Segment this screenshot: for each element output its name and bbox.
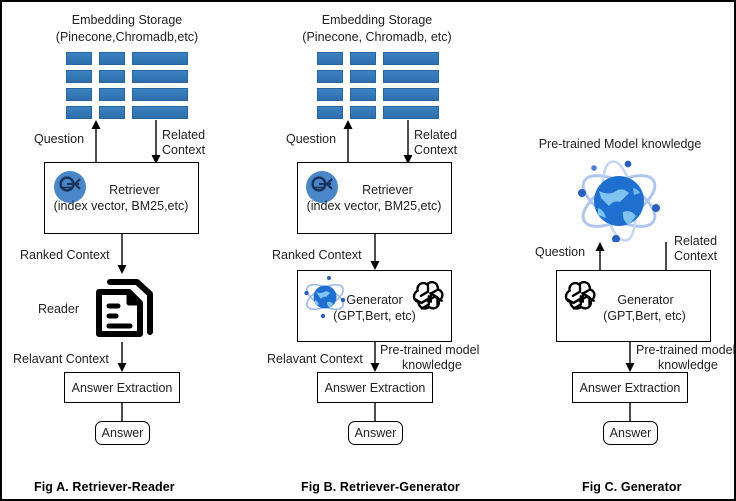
figure-a-retriever-reader: Embedding Storage (Pinecone,Chromadb,etc… [2, 2, 252, 499]
label-reader: Reader [38, 302, 79, 316]
storage-bar [383, 88, 439, 101]
label-pretrained-knowledge-2: knowledge [402, 358, 462, 372]
globe-network-icon [578, 160, 660, 242]
storage-bar [383, 106, 439, 119]
generator-label-2: (GPT,Bert, etc) [333, 309, 416, 323]
question-arrow [91, 120, 101, 164]
retriever-label-2: (index vector, BM25,etc) [306, 199, 442, 213]
figure-c-generator: Pre-trained Model knowledge Question Rel… [502, 2, 736, 499]
diagram-canvas: Embedding Storage (Pinecone,Chromadb,etc… [0, 0, 736, 501]
figure-b-retriever-generator: Embedding Storage (Pinecone, Chromadb, e… [252, 2, 502, 499]
storage-bar [66, 52, 92, 65]
storage-bar [317, 70, 343, 83]
answer-extraction-box[interactable]: Answer Extraction [317, 372, 433, 403]
storage-title-line1: Embedding Storage [71, 13, 183, 27]
relevant-context-arrow [117, 342, 127, 372]
generator-label-1: Generator [346, 293, 403, 307]
knowledge-title: Pre-trained Model knowledge [538, 137, 702, 151]
answer-extraction-box[interactable]: Answer Extraction [64, 372, 180, 403]
label-question: Question [286, 132, 337, 146]
label-pretrained-knowledge-1: Pre-trained model [636, 343, 736, 357]
label-relevant-context: Relavant Context [267, 352, 363, 366]
answer-extraction-box[interactable]: Answer Extraction [572, 372, 688, 403]
answer-box[interactable]: Answer [95, 421, 150, 445]
storage-bar [66, 70, 92, 83]
storage-title-line2: (Pinecone,Chromadb,etc) [55, 30, 199, 44]
generator-label-2: (GPT,Bert, etc) [603, 309, 686, 323]
storage-title-line2: (Pinecone, Chromadb, etc) [302, 30, 452, 44]
figure-caption-b: Fig B. Retriever-Generator [301, 480, 460, 494]
figure-caption-a: Fig A. Retriever-Reader [34, 480, 175, 494]
storage-bar [132, 106, 188, 119]
label-related-context-2: Context [674, 249, 718, 263]
document-pages-icon [96, 279, 153, 337]
storage-bar [132, 88, 188, 101]
storage-bar [99, 70, 125, 83]
label-pretrained-knowledge-1: Pre-trained model [380, 343, 480, 357]
storage-bar [350, 52, 376, 65]
embedding-storage-bars [66, 52, 188, 119]
ranked-context-arrow [117, 234, 127, 274]
storage-title-line1: Embedding Storage [321, 13, 433, 27]
related-context-arrow [403, 120, 413, 164]
storage-bar [132, 52, 188, 65]
label-related-context-2: Context [414, 143, 458, 157]
storage-bar [66, 106, 92, 119]
generator-label-1: Generator [617, 293, 674, 307]
label-related-context-1: Related [674, 234, 718, 248]
label-question: Question [34, 132, 85, 146]
storage-bar [99, 88, 125, 101]
storage-bar [317, 106, 343, 119]
storage-bar [66, 88, 92, 101]
label-ranked-context: Ranked Context [272, 248, 362, 262]
related-context-arrow [151, 120, 161, 164]
question-arrow [343, 120, 353, 164]
figure-caption-c: Fig C. Generator [582, 480, 682, 494]
retriever-label-2: (index vector, BM25,etc) [53, 199, 189, 213]
retriever-label-1: Retriever [109, 183, 160, 197]
storage-bar [99, 106, 125, 119]
storage-bar [350, 70, 376, 83]
answer-box[interactable]: Answer [603, 421, 658, 445]
storage-bar [99, 52, 125, 65]
retriever-label-1: Retriever [362, 183, 413, 197]
label-related-context-1: Related [414, 128, 458, 142]
label-ranked-context: Ranked Context [20, 248, 110, 262]
storage-bar [350, 106, 376, 119]
storage-bar [132, 70, 188, 83]
label-relevant-context: Relavant Context [13, 352, 109, 366]
storage-bar [383, 52, 439, 65]
ranked-context-arrow [370, 234, 380, 270]
label-related-context-2: Context [162, 143, 206, 157]
answer-box[interactable]: Answer [348, 421, 403, 445]
storage-bar [317, 52, 343, 65]
label-pretrained-knowledge-2: knowledge [658, 358, 718, 372]
label-question: Question [535, 245, 586, 259]
label-related-context-1: Related [162, 128, 206, 142]
storage-bar [383, 70, 439, 83]
pretrained-knowledge-arrow [625, 342, 635, 372]
storage-bar [317, 88, 343, 101]
embedding-storage-bars [317, 52, 439, 119]
storage-bar [350, 88, 376, 101]
